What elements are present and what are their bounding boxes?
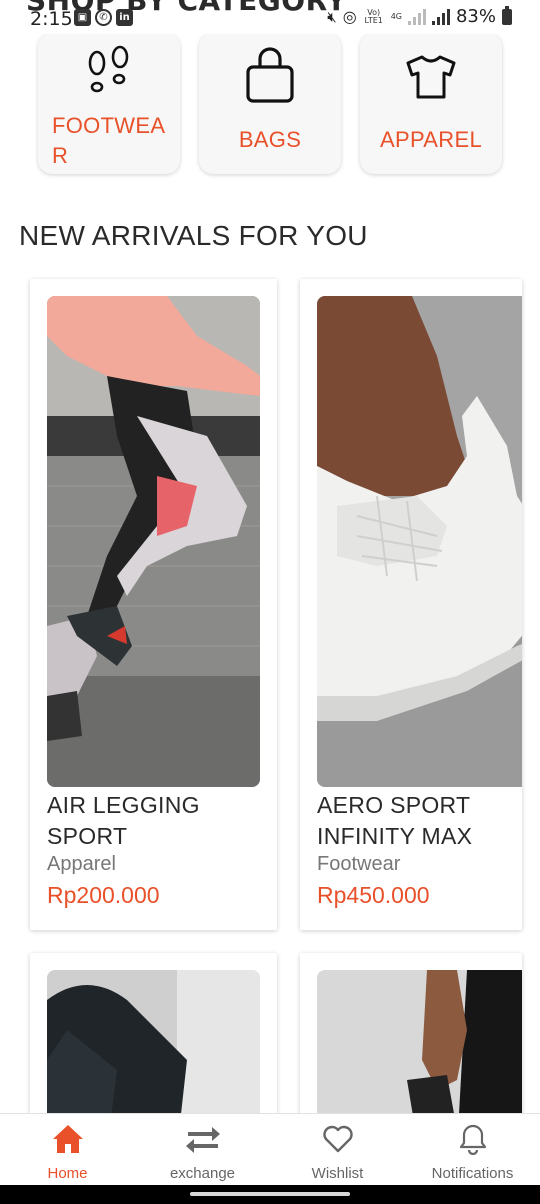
product-card[interactable]: AERO SPORT INFINITY MAX Footwear Rp450.0… — [300, 279, 522, 930]
product-price: Rp200.000 — [47, 882, 160, 908]
nav-label: Wishlist — [311, 1165, 364, 1182]
category-label: APPAREL — [380, 127, 482, 152]
product-image — [317, 296, 522, 787]
section-title: NEW ARRIVALS FOR YOU — [19, 220, 368, 251]
category-bags[interactable]: BAGS — [199, 33, 341, 174]
home-icon — [0, 1122, 135, 1156]
footprints-icon — [38, 45, 180, 107]
status-bar: SHOP BY CATEGORY 2:15 ▣ ✆ in 🔇︎ ◎ Vo) LT… — [0, 0, 540, 34]
heart-icon — [270, 1122, 405, 1156]
linkedin-icon: in — [116, 9, 133, 26]
status-time: 2:15 — [30, 8, 73, 30]
nav-label: Notifications — [431, 1165, 514, 1182]
category-apparel[interactable]: APPAREL — [360, 33, 502, 174]
battery-icon — [502, 5, 512, 25]
signal-icon — [407, 8, 426, 25]
product-name: AERO SPORT INFINITY MAX — [317, 792, 473, 849]
bag-icon — [199, 45, 341, 107]
volte-label: Vo) LTE1 — [364, 7, 383, 25]
network-type: 4G — [390, 11, 402, 21]
product-name: AIR LEGGING SPORT — [47, 792, 200, 849]
system-status: 🔇︎ ◎ Vo) LTE1 4G 83% — [327, 5, 512, 27]
whatsapp-icon: ✆ — [95, 9, 112, 26]
gallery-icon: ▣ — [74, 9, 91, 26]
product-category: Footwear — [317, 853, 401, 875]
bell-icon — [405, 1122, 540, 1156]
nav-notifications[interactable]: Notifications — [405, 1114, 540, 1185]
notification-icons: ▣ ✆ in — [74, 9, 133, 26]
nav-home[interactable]: Home — [0, 1114, 135, 1185]
category-label: BAGS — [238, 127, 302, 152]
category-list: FOOTWEAR BAGS APPAREL — [38, 33, 508, 174]
mute-icon: 🔇︎ — [327, 7, 337, 26]
product-category: Apparel — [47, 853, 116, 875]
product-image — [47, 296, 260, 787]
bottom-navigation: Home exchange Wishlist Notifications — [0, 1113, 540, 1185]
nav-label: Home — [47, 1165, 88, 1182]
system-navigation-bar — [0, 1185, 540, 1204]
tshirt-icon — [360, 45, 502, 107]
product-price: Rp450.000 — [317, 882, 430, 908]
battery-percent: 83% — [455, 6, 496, 27]
category-footwear[interactable]: FOOTWEAR — [38, 33, 180, 174]
hotspot-icon: ◎ — [342, 7, 357, 26]
nav-wishlist[interactable]: Wishlist — [270, 1114, 405, 1185]
signal-icon-2 — [431, 8, 450, 25]
home-gesture-handle[interactable] — [190, 1192, 350, 1196]
product-card[interactable]: AIR LEGGING SPORT Apparel Rp200.000 — [30, 279, 277, 930]
nav-exchange[interactable]: exchange — [135, 1114, 270, 1185]
exchange-icon — [135, 1122, 270, 1156]
nav-label: exchange — [169, 1165, 236, 1182]
category-label: FOOTWEAR — [52, 113, 166, 168]
